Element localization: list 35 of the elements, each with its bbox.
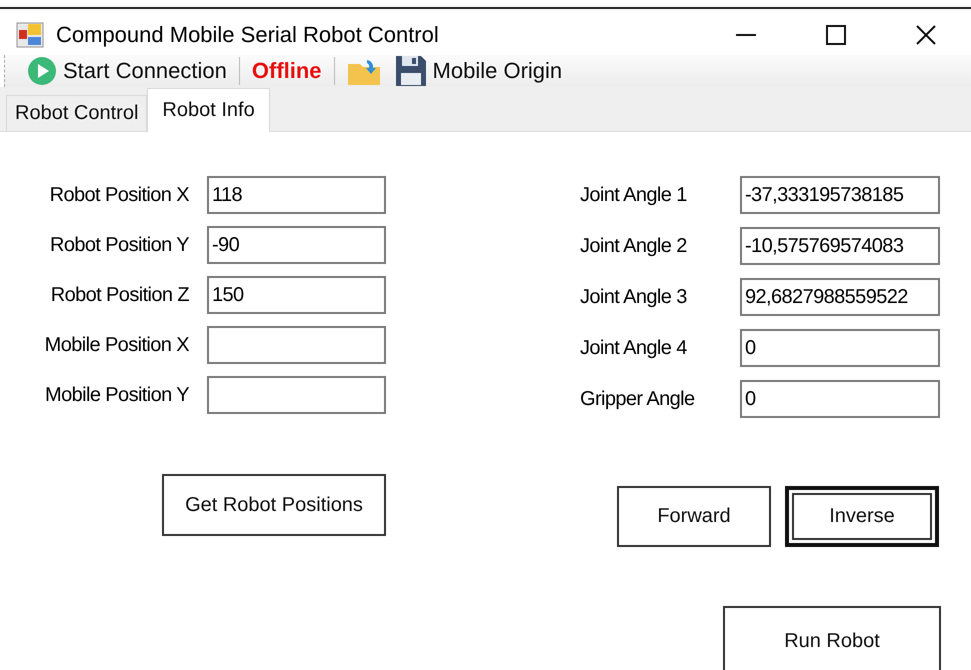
field-label: Joint Angle 3: [580, 286, 688, 308]
tab[interactable]: Robot Control: [6, 95, 148, 131]
status-label: Offline: [250, 58, 323, 84]
field-label: Mobile Position X: [44, 334, 189, 356]
action-button[interactable]: Inverse: [785, 486, 939, 547]
field-label: Robot Position X: [50, 184, 189, 206]
app-icon: [16, 22, 44, 48]
close-icon: [915, 24, 937, 46]
field-label: Joint Angle 2: [580, 234, 688, 258]
input-field[interactable]: 0: [740, 329, 940, 367]
action-button[interactable]: Get Robot Positions: [162, 474, 386, 536]
input-field[interactable]: 150: [207, 276, 386, 314]
input-field[interactable]: [207, 376, 386, 414]
field-label: Gripper Angle: [580, 388, 696, 410]
action-button[interactable]: Run Robot: [723, 606, 941, 670]
tab[interactable]: Robot Info: [147, 88, 270, 132]
input-field[interactable]: 0: [740, 380, 940, 418]
field-label: Mobile Position Y: [45, 384, 189, 406]
field-label: Joint Angle 4: [580, 336, 688, 360]
field-label: Robot Position Z: [50, 284, 189, 306]
input-field[interactable]: [207, 326, 386, 364]
action-button[interactable]: Forward: [617, 486, 771, 547]
input-field[interactable]: -10,575769574083: [740, 227, 940, 265]
input-field[interactable]: 118: [207, 176, 386, 214]
play-icon: [27, 56, 57, 86]
input-field[interactable]: -37,333195738185: [740, 176, 940, 214]
maximize-icon: [825, 24, 847, 46]
window-title: Compound Mobile Serial Robot Control: [56, 22, 440, 48]
minimize-icon: [735, 34, 757, 36]
save-button[interactable]: Mobile Origin: [390, 55, 566, 87]
input-field[interactable]: -90: [207, 226, 386, 264]
start-connection-button[interactable]: Start Connection: [23, 56, 231, 86]
field-label: Robot Position Y: [50, 234, 189, 256]
input-field[interactable]: 92,6827988559522: [740, 278, 940, 316]
field-label: Joint Angle 1: [580, 184, 688, 206]
